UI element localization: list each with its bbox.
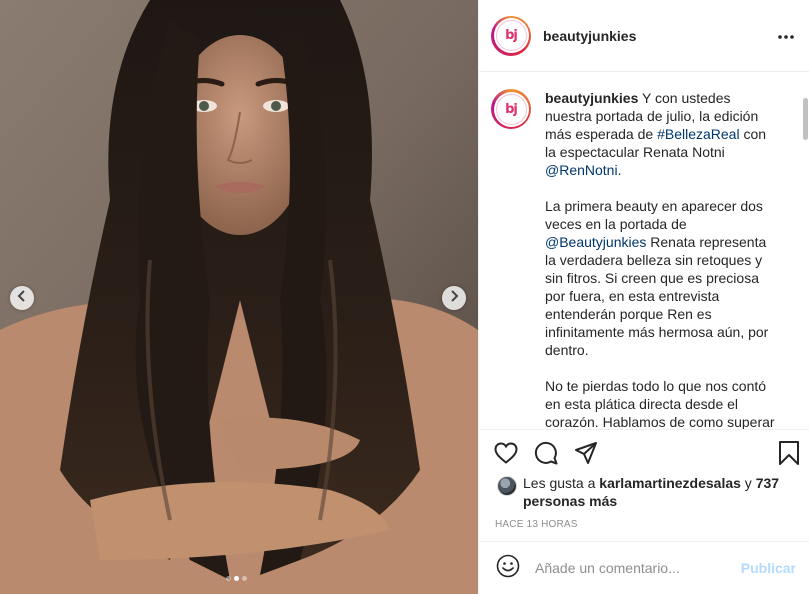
- post-timestamp[interactable]: Hace 13 horas: [479, 519, 809, 530]
- comments-scrollbar[interactable]: [803, 98, 808, 140]
- carousel-prev-button[interactable]: [10, 286, 34, 310]
- caption-text-part: Renata representa la verdadera belleza s…: [545, 234, 769, 358]
- caption: bj beautyjunkies Y con ustedes nuestra p…: [491, 89, 780, 429]
- share-button[interactable]: [573, 441, 599, 470]
- chevron-left-icon: [16, 289, 28, 307]
- mention-link[interactable]: @Beautyjunkies: [545, 234, 646, 250]
- carousel-indicator: [226, 576, 247, 581]
- caption-text: beautyjunkies Y con ustedes nuestra port…: [545, 89, 775, 429]
- action-bar: [479, 430, 809, 480]
- comment-icon: [534, 441, 558, 470]
- likes-summary: Les gusta a karlamartinezdesalas y 737 p…: [479, 474, 809, 510]
- caption-text-part: .: [617, 162, 622, 178]
- avatar[interactable]: bj: [491, 15, 531, 56]
- caption-username[interactable]: beautyjunkies: [545, 90, 638, 106]
- mention-link[interactable]: @RenNotni: [545, 162, 618, 178]
- carousel-dot-active: [234, 576, 239, 581]
- caption-avatar[interactable]: bj: [491, 89, 531, 129]
- liker-username[interactable]: karlamartinezdesalas: [599, 475, 741, 491]
- caption-text-part: La primera beauty en aparecer dos veces …: [545, 198, 763, 232]
- comments-section[interactable]: bj beautyjunkies Y con ustedes nuestra p…: [479, 73, 809, 429]
- brand-logo: bj: [495, 20, 527, 51]
- comment-button[interactable]: [533, 441, 559, 470]
- liker-avatar[interactable]: [497, 476, 517, 496]
- brand-logo: bj: [495, 93, 527, 125]
- save-button[interactable]: [776, 440, 802, 471]
- heart-icon: [494, 441, 518, 469]
- post-sidebar: bj beautyjunkies bj beautyjunkies Y con …: [478, 0, 809, 594]
- post-photo: [0, 0, 478, 594]
- like-button[interactable]: [493, 441, 519, 469]
- post-author-username[interactable]: beautyjunkies: [543, 28, 777, 44]
- chevron-right-icon: [448, 289, 460, 307]
- post-modal: bj beautyjunkies bj beautyjunkies Y con …: [0, 0, 809, 594]
- carousel-next-button[interactable]: [442, 286, 466, 310]
- likes-prefix: Les gusta a: [523, 475, 600, 491]
- share-icon: [574, 441, 598, 470]
- caption-text-part: No te pierdas todo lo que nos contó en e…: [545, 378, 775, 429]
- emoji-button[interactable]: [495, 554, 521, 583]
- more-icon: [777, 27, 795, 45]
- publish-button[interactable]: Publicar: [741, 560, 796, 576]
- comment-composer: Publicar: [479, 541, 809, 594]
- emoji-icon: [496, 554, 520, 583]
- bookmark-icon: [778, 440, 800, 471]
- comment-input[interactable]: [535, 560, 741, 576]
- carousel-dot: [226, 576, 231, 581]
- more-options-button[interactable]: [777, 27, 795, 45]
- carousel-dot: [242, 576, 247, 581]
- likes-text: Les gusta a karlamartinezdesalas y 737 p…: [523, 474, 783, 510]
- likes-connector: y: [740, 475, 756, 491]
- post-actions-area: Les gusta a karlamartinezdesalas y 737 p…: [479, 429, 809, 530]
- post-header: bj beautyjunkies: [479, 0, 809, 72]
- hashtag-link[interactable]: #BellezaReal: [657, 126, 740, 142]
- post-media[interactable]: [0, 0, 478, 594]
